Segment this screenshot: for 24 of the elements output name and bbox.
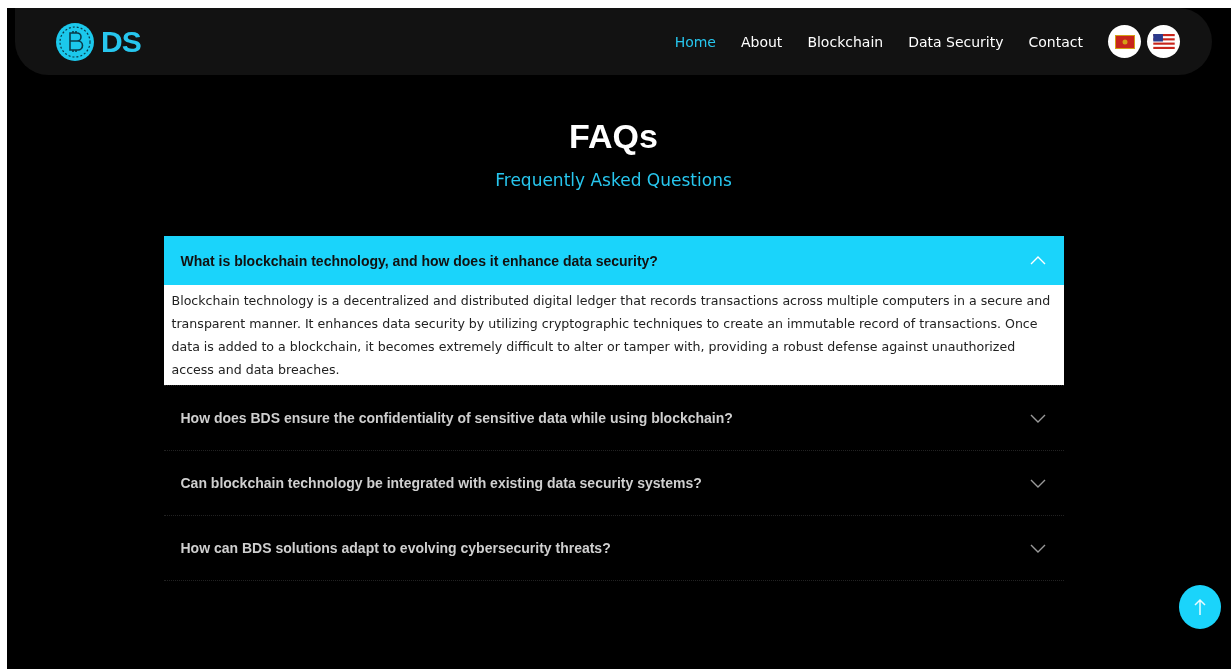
page-subtitle: Frequently Asked Questions [495,170,732,190]
nav-link[interactable]: Contact [1028,33,1083,50]
nav-link[interactable]: Home [674,33,716,50]
chevron-down-icon [1029,478,1046,488]
arrow-up-icon [1194,598,1206,616]
faq-question[interactable]: How can BDS solutions adapt to evolving cybersecurity threats? [163,516,1064,580]
language-button[interactable] [1108,25,1141,58]
faq-answer: Blockchain technology is a decentralized and distributed digital ledger that records transactions across multiple computers in a secure and transparent manner. It enhances data security by utilizing cryptographic techniques to create an immutable record of transactions. Once data is added to a blockchain, it becomes extremely difficult to alter or tamper with, providing a robust defense against unauthorized access and data breaches. [163,285,1064,385]
faq-question[interactable]: What is blockchain technology, and how does it enhance data security? [163,236,1064,285]
flag-icon [1152,34,1175,49]
logo-text[interactable]: DS [101,24,141,59]
nav-link[interactable]: About [740,33,783,50]
language-button[interactable] [1147,25,1180,58]
faq-question[interactable]: How does BDS ensure the confidentiality of sensitive data while using blockchain? [163,386,1064,450]
flag-icon [1114,34,1135,49]
chevron-down-icon [1029,413,1046,423]
bitcoin-logo-icon[interactable] [55,21,95,62]
faq-question[interactable]: Can blockchain technology be integrated with existing data security systems? [163,451,1064,515]
page-title: FAQs [569,117,658,156]
scroll-to-top-button[interactable] [1179,585,1221,629]
nav-link[interactable]: Data Security [908,33,1004,50]
chevron-down-icon [1029,543,1046,553]
nav-link[interactable]: Blockchain [807,33,884,50]
chevron-up-icon [1029,256,1046,265]
